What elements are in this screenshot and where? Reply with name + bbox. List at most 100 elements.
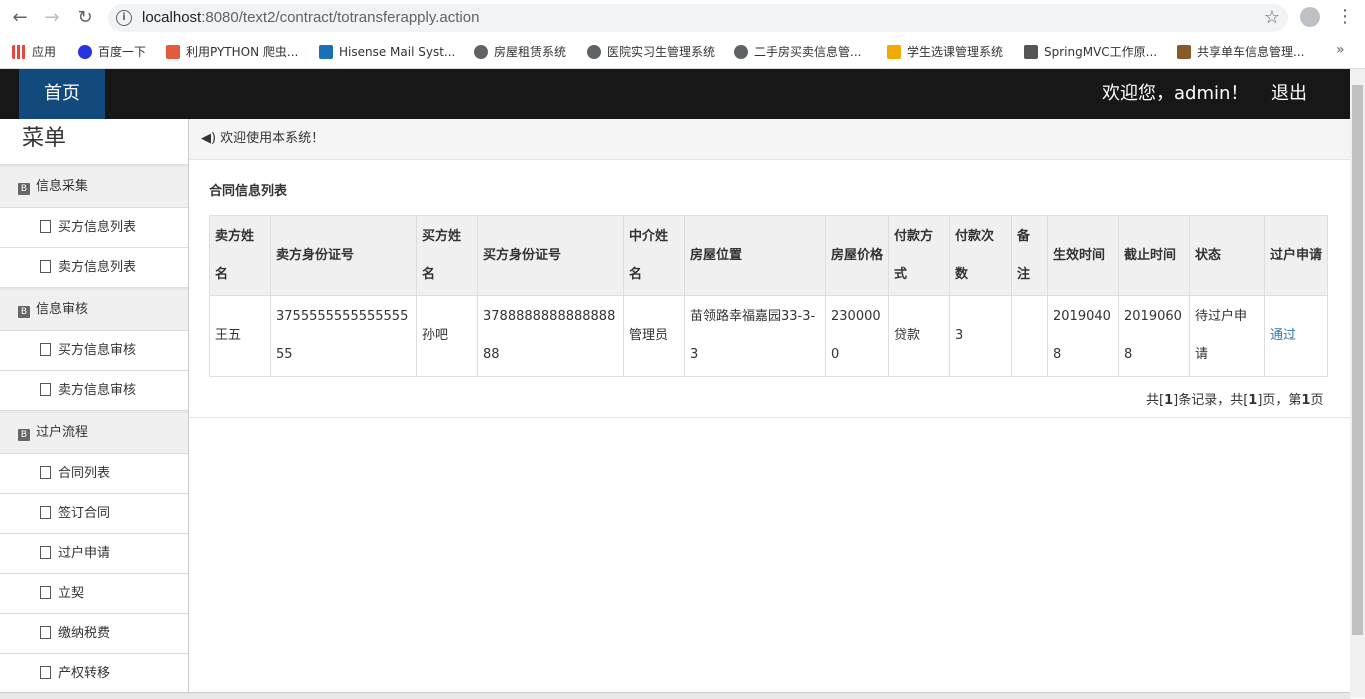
bookmark-house[interactable]: 二手房买卖信息管... [734, 43, 861, 61]
sidebar-item-label: 卖方信息列表 [58, 260, 137, 275]
sidebar-item-buyer-review[interactable]: 买方信息审核 [0, 331, 188, 371]
sidebar-item-label: 合同列表 [58, 466, 111, 481]
table-row: 王五 375555555555555555 孙吧 378888888888888… [209, 295, 1328, 377]
page-scrollbar[interactable] [1350, 69, 1365, 698]
cell-payment-method: 贷款 [888, 295, 950, 377]
sidebar-item-buyer-list[interactable]: 买方信息列表 [0, 208, 188, 248]
contract-table: 卖方姓名 卖方身份证号 买方姓名 买方身份证号 中介姓名 房屋位置 房屋价格 付… [209, 215, 1328, 377]
sidebar-item-pay-tax[interactable]: 缴纳税费 [0, 614, 188, 654]
cell-seller-name: 王五 [209, 295, 271, 377]
file-icon [40, 546, 51, 559]
bookmark-python[interactable]: 利用PYTHON 爬虫... [166, 43, 298, 61]
column-header: 房屋位置 [684, 215, 826, 296]
column-header: 过户申请 [1264, 215, 1328, 296]
file-icon [40, 506, 51, 519]
sidebar-item-seller-review[interactable]: 卖方信息审核 [0, 371, 188, 411]
sidebar-group-collect[interactable]: B 信息采集 [0, 165, 188, 208]
column-header: 买方姓名 [416, 215, 478, 296]
table-header-row: 卖方姓名 卖方身份证号 买方姓名 买方身份证号 中介姓名 房屋位置 房屋价格 付… [209, 215, 1328, 296]
bookmark-label: SpringMVC工作原... [1044, 45, 1158, 59]
cell-agent-name: 管理员 [623, 295, 685, 377]
file-icon [40, 260, 51, 273]
back-arrow-icon[interactable]: ← [8, 6, 32, 30]
bookmarks-more-icon[interactable]: » [1336, 42, 1345, 58]
cell-remark [1011, 295, 1048, 377]
info-icon[interactable]: i [116, 10, 132, 26]
logout-link[interactable]: 退出 [1271, 69, 1307, 119]
sidebar-item-label: 立契 [58, 586, 85, 601]
sidebar-item-label: 产权转移 [58, 666, 111, 681]
sidebar-item-deed[interactable]: 立契 [0, 574, 188, 614]
file-icon [40, 383, 51, 396]
browser-menu-icon[interactable]: ⋮ [1336, 6, 1354, 27]
sidebar-group-review[interactable]: B 信息审核 [0, 288, 188, 331]
cell-status: 待过户申请 [1189, 295, 1265, 377]
sidebar-item-label: 缴纳税费 [58, 626, 111, 641]
column-header: 生效时间 [1047, 215, 1119, 296]
reload-icon[interactable]: ↻ [73, 6, 97, 30]
url-text[interactable]: localhost:8080/text2/contract/totransfer… [142, 9, 479, 26]
cell-start-date: 20190408 [1047, 295, 1119, 377]
bookmark-hisense[interactable]: Hisense Mail Syst... [319, 43, 455, 61]
list-title: 合同信息列表 [209, 184, 288, 199]
speaker-icon: ◀) [201, 131, 217, 146]
column-header: 状态 [1189, 215, 1265, 296]
sidebar-item-property-transfer[interactable]: 产权转移 [0, 654, 188, 694]
sidebar-item-contract-list[interactable]: 合同列表 [0, 454, 188, 494]
bookmark-course[interactable]: 学生选课管理系统 [887, 43, 1003, 61]
bookmark-hospital[interactable]: 医院实习生管理系统 [587, 43, 715, 61]
scrollbar-thumb[interactable] [1352, 85, 1363, 635]
sidebar-group-transfer[interactable]: B 过户流程 [0, 411, 188, 454]
file-icon [40, 666, 51, 679]
bookmark-bike[interactable]: 共享单车信息管理... [1177, 43, 1304, 61]
sidebar-item-seller-list[interactable]: 卖方信息列表 [0, 248, 188, 288]
globe-icon [587, 45, 601, 59]
notice-bar: ◀) 欢迎使用本系统！ [189, 119, 1350, 160]
column-header: 卖方姓名 [209, 215, 271, 296]
pager-text: ]条记录，共[ [1173, 393, 1249, 408]
column-header: 买方身份证号 [477, 215, 624, 296]
home-tab[interactable]: 首页 [19, 69, 105, 119]
cell-buyer-name: 孙吧 [416, 295, 478, 377]
column-header: 付款次数 [949, 215, 1012, 296]
pager-text: 页 [1310, 393, 1324, 408]
bold-b-icon: B [18, 306, 30, 318]
bookmark-label: 房屋租赁系统 [494, 45, 567, 59]
bookmark-label: 百度一下 [98, 45, 147, 59]
column-header: 备注 [1011, 215, 1048, 296]
sidebar-item-label: 签订合同 [58, 506, 111, 521]
column-header: 截止时间 [1118, 215, 1190, 296]
apps-grid-icon [12, 45, 26, 59]
bookmark-label: 学生选课管理系统 [907, 45, 1004, 59]
app-header: 首页 欢迎您，admin！ 退出 [0, 69, 1350, 119]
cell-seller-id: 375555555555555555 [270, 295, 417, 377]
sidebar-item-sign-contract[interactable]: 签订合同 [0, 494, 188, 534]
bookmark-label: 共享单车信息管理... [1197, 45, 1305, 59]
profile-avatar-icon[interactable] [1300, 7, 1320, 27]
browser-toolbar: ← → ↻ i localhost:8080/text2/contract/to… [0, 0, 1365, 36]
bold-b-icon: B [18, 183, 30, 195]
menu-title: 菜单 [0, 119, 188, 165]
sidebar-group-label: 过户流程 [36, 425, 89, 440]
sidebar-item-transfer-apply[interactable]: 过户申请 [0, 534, 188, 574]
bookmark-baidu[interactable]: 百度一下 [78, 43, 146, 61]
approve-link[interactable]: 通过 [1270, 328, 1296, 343]
notice-text: 欢迎使用本系统！ [220, 131, 325, 146]
bookmark-label: 医院实习生管理系统 [607, 45, 716, 59]
file-icon [40, 586, 51, 599]
sidebar-item-label: 卖方信息审核 [58, 383, 137, 398]
address-bar[interactable]: i localhost:8080/text2/contract/totransf… [108, 4, 1288, 32]
bookmark-springmvc[interactable]: SpringMVC工作原... [1024, 43, 1157, 61]
file-icon [40, 343, 51, 356]
course-icon [887, 45, 901, 59]
forward-arrow-icon[interactable]: → [40, 6, 64, 30]
sidebar-group-label: 信息审核 [36, 302, 89, 317]
bookmarks-bar: 应用 百度一下 利用PYTHON 爬虫... Hisense Mail Syst… [0, 36, 1365, 69]
pager-text: ]页，第 [1257, 393, 1302, 408]
bookmark-label: 二手房买卖信息管... [754, 45, 862, 59]
leaf-icon [1024, 45, 1038, 59]
bookmark-apps[interactable]: 应用 [12, 43, 56, 61]
bookmark-star-icon[interactable]: ☆ [1264, 7, 1280, 28]
welcome-text: 欢迎您，admin！ [1102, 83, 1249, 104]
bookmark-rental[interactable]: 房屋租赁系统 [474, 43, 566, 61]
